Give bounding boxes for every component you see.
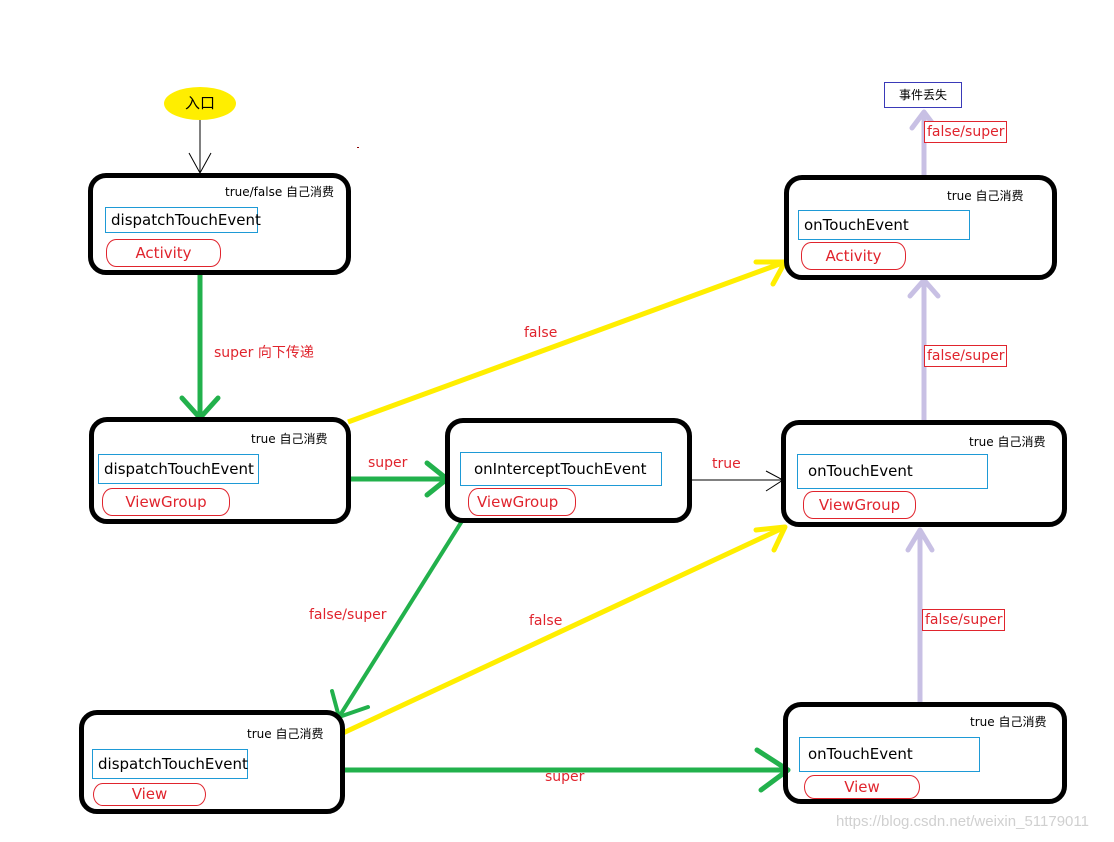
edge-view-dispatch-to-viewgroup-ontouch: [341, 524, 788, 736]
consume-note: true 自己消费: [970, 715, 1047, 729]
watermark: https://blog.csdn.net/weixin_51179011: [836, 813, 1089, 830]
edge-intercept-to-viewgroup-ontouch: [690, 470, 784, 492]
edge-label-boxed: false/super: [924, 345, 1008, 367]
edge-viewgroup-dispatch-to-activity-ontouch: [347, 259, 788, 425]
owner-label: Activity: [106, 239, 221, 267]
edge-label: false/super: [309, 607, 387, 623]
method-box: onTouchEvent: [797, 454, 988, 489]
consume-note: true 自己消费: [969, 435, 1046, 449]
edge-entry-to-activity-dispatch: [188, 120, 212, 175]
edge-label: false: [529, 613, 563, 629]
consume-note: true 自己消费: [251, 432, 328, 446]
edge-label-boxed: false/super: [924, 121, 1008, 143]
method-box: onTouchEvent: [799, 737, 980, 772]
edge-label: true: [712, 456, 741, 472]
edge-label: super 向下传递: [214, 345, 314, 361]
edge-label: false: [524, 325, 558, 341]
owner-label: ViewGroup: [803, 491, 916, 519]
owner-label: View: [93, 783, 206, 806]
consume-note: true 自己消费: [947, 189, 1024, 203]
method-box: dispatchTouchEvent: [105, 207, 261, 233]
owner-label: ViewGroup: [468, 488, 576, 516]
consume-note: true/false 自己消费: [225, 185, 335, 199]
edge-label-boxed: false/super: [922, 609, 1006, 631]
method-box: dispatchTouchEvent: [98, 454, 259, 484]
stray-dot: [357, 147, 359, 148]
method-box: onTouchEvent: [798, 210, 970, 240]
edge-label: super: [545, 769, 585, 785]
method-box: onInterceptTouchEvent: [460, 452, 662, 486]
consume-note: true 自己消费: [247, 727, 324, 741]
edge-label: super: [368, 455, 408, 471]
event-lost-node: 事件丢失: [884, 82, 962, 108]
owner-label: View: [804, 775, 920, 799]
entry-node: 入口: [164, 87, 236, 120]
method-box: dispatchTouchEvent: [92, 749, 248, 779]
owner-label: ViewGroup: [102, 488, 230, 516]
owner-label: Activity: [801, 242, 906, 270]
edge-activity-dispatch-to-viewgroup-dispatch: [179, 275, 221, 421]
